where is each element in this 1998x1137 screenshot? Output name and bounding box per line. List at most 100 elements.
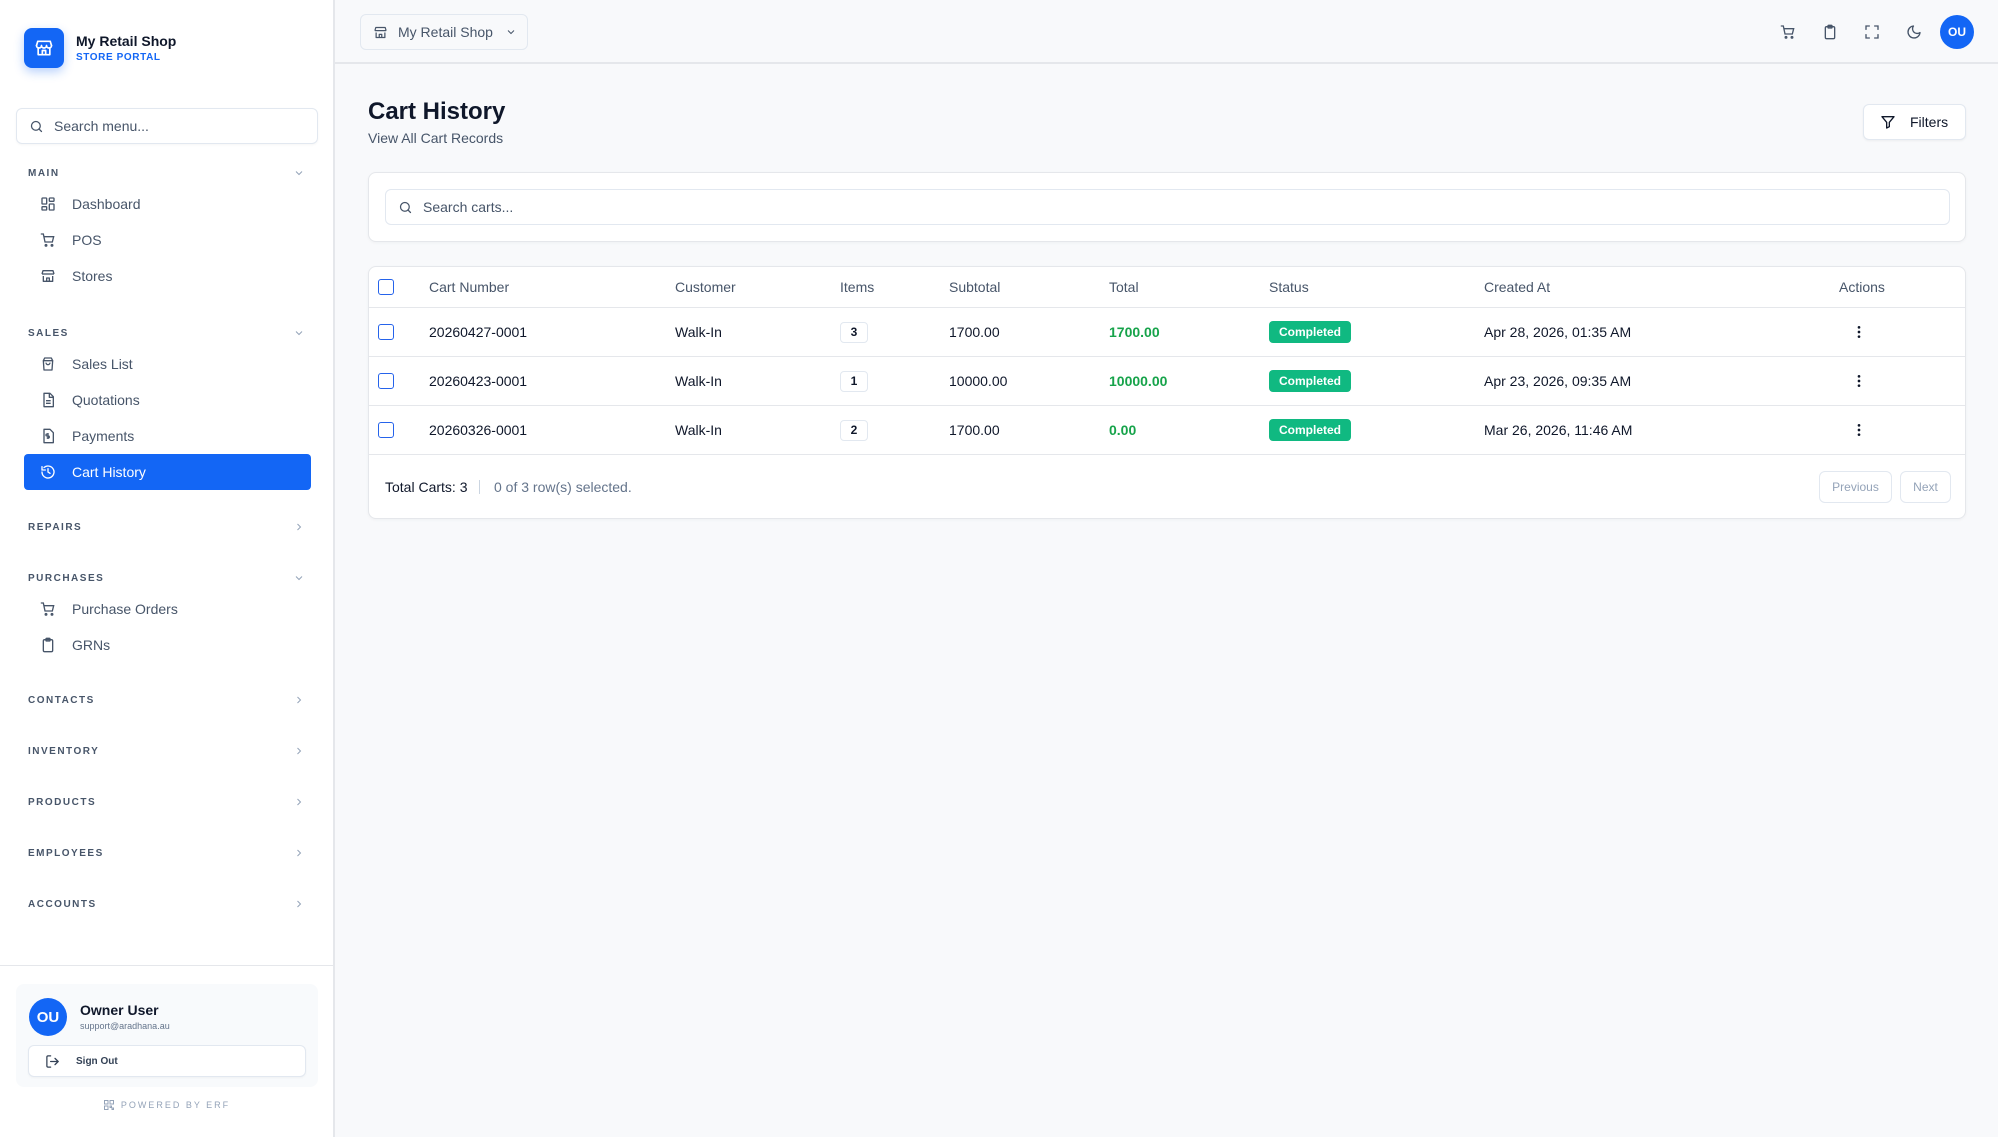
section-label: INVENTORY <box>28 745 100 757</box>
sign-out-button[interactable]: Sign Out <box>28 1045 306 1077</box>
top-actions: OU <box>1764 14 1974 50</box>
dashboard-icon <box>41 197 55 211</box>
store-selector-label: My Retail Shop <box>398 24 493 40</box>
table-row[interactable]: 20260423-0001 Walk-In 1 10000.00 10000.0… <box>369 357 1965 406</box>
chevron-down-icon <box>507 30 515 35</box>
sidebar-item-label: Dashboard <box>72 196 141 212</box>
next-page-button[interactable]: Next <box>1900 470 1951 503</box>
section-main[interactable]: MAIN <box>0 160 335 186</box>
cart-icon <box>40 233 55 247</box>
store-logo-icon <box>24 28 64 68</box>
store-selector[interactable]: My Retail Shop <box>360 14 528 50</box>
sidebar-item-cart-history[interactable]: Cart History <box>24 454 311 490</box>
sidebar-item-purchase-orders[interactable]: Purchase Orders <box>24 591 311 627</box>
table-header: Cart Number Customer Items Subtotal Tota… <box>369 267 1965 308</box>
fullscreen-button[interactable] <box>1854 14 1890 50</box>
fullscreen-icon <box>1865 25 1879 39</box>
sidebar-item-label: POS <box>72 232 102 248</box>
created-at: Apr 28, 2026, 01:35 AM <box>1484 324 1632 340</box>
sidebar: My Retail Shop STORE PORTAL MAIN Dashboa… <box>0 0 335 1137</box>
store-icon <box>374 26 387 38</box>
row-actions-button[interactable] <box>1847 369 1871 393</box>
row-checkbox[interactable] <box>378 422 394 438</box>
user-card: OU Owner User support@aradhana.au Sign O… <box>16 984 318 1087</box>
clipboard-button[interactable] <box>1812 14 1848 50</box>
sidebar-item-dashboard[interactable]: Dashboard <box>24 186 311 222</box>
column-header[interactable]: Total <box>1109 279 1139 295</box>
qr-icon <box>103 1100 114 1110</box>
total: 1700.00 <box>1109 324 1160 340</box>
sign-out-label: Sign Out <box>76 1055 118 1067</box>
sidebar-search[interactable] <box>16 108 318 144</box>
section-employees[interactable]: EMPLOYEES <box>0 840 335 866</box>
section-sales[interactable]: SALES <box>0 320 335 346</box>
brand[interactable]: My Retail Shop STORE PORTAL <box>24 28 176 68</box>
row-checkbox[interactable] <box>378 324 394 340</box>
cart-number: 20260423-0001 <box>429 373 528 389</box>
sidebar-item-label: Stores <box>72 268 113 284</box>
filter-icon <box>1881 116 1895 129</box>
created-at: Apr 23, 2026, 09:35 AM <box>1484 373 1632 389</box>
section-inventory[interactable]: INVENTORY <box>0 738 335 764</box>
clipboard-icon <box>1824 24 1836 40</box>
section-contacts[interactable]: CONTACTS <box>0 687 335 713</box>
row-actions-button[interactable] <box>1847 418 1871 442</box>
page-subtitle: View All Cart Records <box>368 130 504 146</box>
moon-icon <box>1907 25 1921 39</box>
column-header[interactable]: Cart Number <box>429 279 509 295</box>
filters-button[interactable]: Filters <box>1863 104 1966 140</box>
sidebar-item-pos[interactable]: POS <box>24 222 311 258</box>
created-at: Mar 26, 2026, 11:46 AM <box>1484 422 1633 438</box>
customer: Walk-In <box>675 324 722 340</box>
search-icon <box>30 120 43 132</box>
sidebar-item-stores[interactable]: Stores <box>24 258 311 294</box>
avatar[interactable]: OU <box>29 998 67 1036</box>
section-accounts[interactable]: ACCOUNTS <box>0 891 335 917</box>
table-row[interactable]: 20260427-0001 Walk-In 3 1700.00 1700.00 … <box>369 308 1965 357</box>
column-header[interactable]: Created At <box>1484 279 1550 295</box>
sidebar-search-input[interactable] <box>54 118 294 134</box>
cart-search[interactable] <box>385 189 1950 225</box>
sidebar-footer: OU Owner User support@aradhana.au Sign O… <box>0 965 333 1137</box>
section-label: CONTACTS <box>28 694 95 706</box>
row-actions-button[interactable] <box>1847 320 1871 344</box>
sidebar-item-quotations[interactable]: Quotations <box>24 382 311 418</box>
sidebar-item-payments[interactable]: Payments <box>24 418 311 454</box>
table-row[interactable]: 20260326-0001 Walk-In 2 1700.00 0.00 Com… <box>369 406 1965 455</box>
section-label: EMPLOYEES <box>28 847 104 859</box>
column-header[interactable]: Subtotal <box>949 279 1000 295</box>
sidebar-item-label: Sales List <box>72 356 133 372</box>
clipboard-icon <box>42 637 54 653</box>
customer: Walk-In <box>675 373 722 389</box>
select-all-checkbox[interactable] <box>378 279 394 295</box>
column-header[interactable]: Status <box>1269 279 1309 295</box>
table-footer: Total Carts: 3 0 of 3 row(s) selected. P… <box>369 455 1965 518</box>
user-name: Owner User <box>80 1002 159 1018</box>
filters-label: Filters <box>1910 114 1949 130</box>
section-purchases[interactable]: PURCHASES <box>0 565 335 591</box>
chevron-down-icon <box>295 331 303 336</box>
section-products[interactable]: PRODUCTS <box>0 789 335 815</box>
history-icon <box>41 465 55 479</box>
theme-toggle-button[interactable] <box>1896 14 1932 50</box>
cart-button[interactable] <box>1770 14 1806 50</box>
cart-icon <box>40 602 55 616</box>
chevron-right-icon <box>297 696 302 704</box>
section-repairs[interactable]: REPAIRS <box>0 514 335 540</box>
sidebar-item-sales-list[interactable]: Sales List <box>24 346 311 382</box>
items-badge: 2 <box>840 419 868 441</box>
previous-page-button[interactable]: Previous <box>1819 470 1892 503</box>
section-label: MAIN <box>28 167 60 179</box>
chevron-right-icon <box>297 849 302 857</box>
section-label: PRODUCTS <box>28 796 97 808</box>
brand-name: My Retail Shop <box>76 33 177 49</box>
row-checkbox[interactable] <box>378 373 394 389</box>
user-avatar-button[interactable]: OU <box>1940 15 1974 49</box>
sidebar-item-label: Payments <box>72 428 135 444</box>
more-vertical-icon <box>1857 326 1861 338</box>
cart-search-input[interactable] <box>423 199 1823 215</box>
sidebar-item-grns[interactable]: GRNs <box>24 627 311 663</box>
status-badge: Completed <box>1269 419 1352 441</box>
column-header[interactable]: Items <box>840 279 874 295</box>
column-header[interactable]: Customer <box>675 279 736 295</box>
